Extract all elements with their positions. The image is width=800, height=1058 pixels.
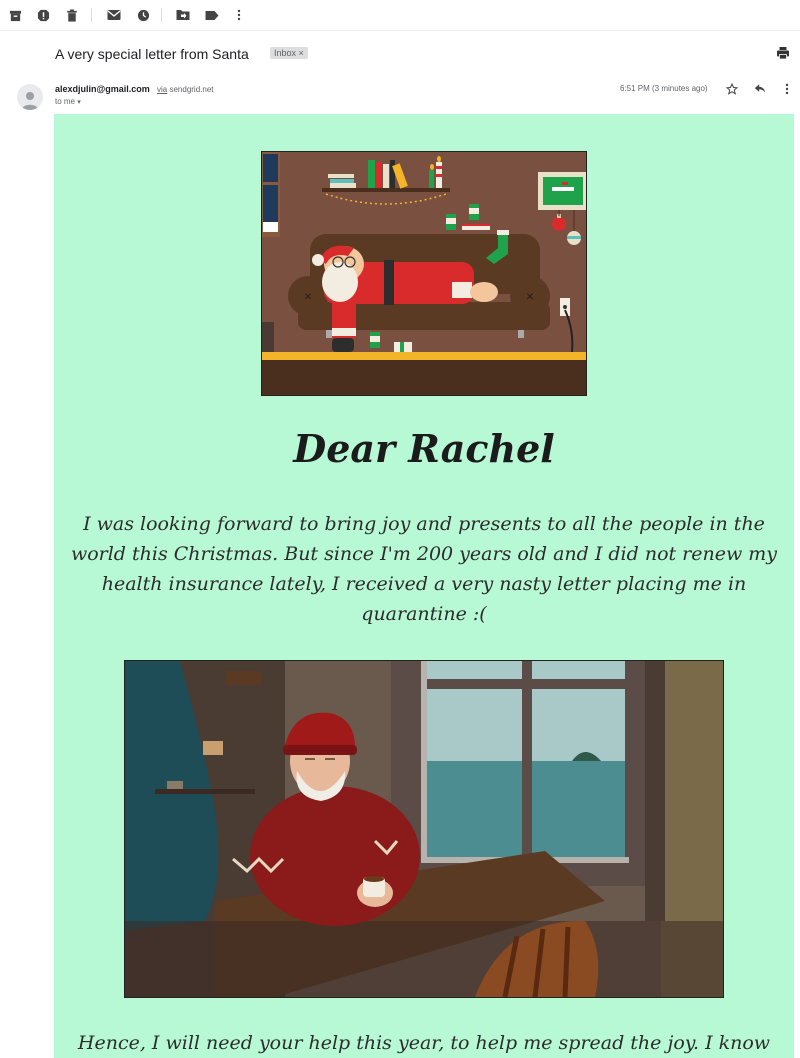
email-time: 6:51 PM (3 minutes ago): [620, 84, 708, 93]
letter-greeting: Dear Rachel: [293, 426, 555, 471]
move-to-icon[interactable]: [175, 7, 191, 23]
chevron-down-icon[interactable]: ▾: [77, 99, 81, 106]
subject-row: A very special letter from Santa Inbox ×: [0, 38, 800, 68]
recipient-details[interactable]: to me ▾: [55, 97, 81, 106]
letter-paragraph-2: Hence, I will need your help this year, …: [77, 1032, 771, 1054]
inbox-label-chip[interactable]: Inbox ×: [270, 47, 308, 59]
print-icon[interactable]: [776, 46, 790, 60]
svg-text:✕: ✕: [526, 292, 534, 303]
archive-icon[interactable]: [7, 7, 23, 23]
person-icon: [22, 92, 38, 110]
santa-sleeping-illustration: ✕ ✕: [261, 151, 587, 396]
via-label[interactable]: via: [157, 85, 167, 94]
snooze-icon[interactable]: [135, 7, 151, 23]
to-line: to me: [55, 97, 76, 106]
email-body: ✕ ✕ Dear Rachel I was looking forward to…: [54, 114, 794, 1058]
sender-email[interactable]: alexdjulin@gmail.com: [55, 84, 150, 94]
email-subject: A very special letter from Santa: [55, 46, 249, 62]
more-vert-icon[interactable]: [231, 7, 247, 23]
delete-icon[interactable]: [64, 7, 80, 23]
letter-paragraph-1: I was looking forward to bring joy and p…: [70, 513, 778, 625]
mark-unread-icon[interactable]: [106, 7, 122, 23]
svg-text:✕: ✕: [304, 292, 312, 303]
more-options-icon[interactable]: [780, 82, 793, 95]
labels-icon[interactable]: [204, 7, 220, 23]
sender-row: alexdjulin@gmail.com via sendgrid.net to…: [0, 78, 800, 110]
santa-window-illustration: [124, 660, 724, 998]
report-spam-icon[interactable]: [35, 7, 51, 23]
toolbar: [0, 0, 800, 31]
star-icon[interactable]: [725, 82, 738, 95]
avatar[interactable]: [17, 84, 43, 110]
via-sender: via sendgrid.net: [157, 85, 214, 94]
reply-icon[interactable]: [753, 82, 766, 95]
via-domain: sendgrid.net: [169, 85, 214, 94]
